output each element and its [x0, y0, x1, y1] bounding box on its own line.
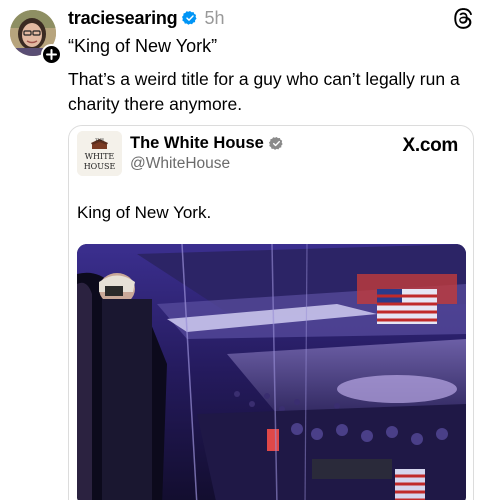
embed-author-name-row: The White House [130, 134, 284, 153]
source-label: X.com [402, 135, 458, 156]
white-house-logo: THE WHITE HOUSE [77, 131, 122, 176]
plus-icon [46, 49, 57, 60]
embed-author-handle: @WhiteHouse [130, 155, 231, 172]
embed-author-name[interactable]: The White House [130, 134, 264, 153]
verified-gray-icon [268, 136, 283, 150]
username[interactable]: traciesearing [68, 8, 178, 29]
logo-text-the: THE [95, 137, 104, 142]
embed-photo[interactable] [77, 244, 466, 500]
embed-text: King of New York. [77, 203, 212, 222]
post-quote: “King of New York” [68, 36, 218, 56]
logo-text-house: HOUSE [84, 162, 116, 171]
post-header: traciesearing 5h [68, 6, 225, 30]
author-avatar-wrap[interactable] [10, 10, 62, 65]
logo-text-white: WHITE [85, 152, 115, 161]
verified-check-icon [182, 11, 198, 25]
post-body: That’s a weird title for a guy who can’t… [68, 69, 460, 114]
post-timestamp: 5h [204, 7, 225, 28]
threads-logo-icon[interactable] [452, 7, 474, 29]
follow-button[interactable] [41, 44, 62, 65]
embedded-post-card[interactable]: THE WHITE HOUSE The White House @WhiteHo… [68, 125, 474, 500]
